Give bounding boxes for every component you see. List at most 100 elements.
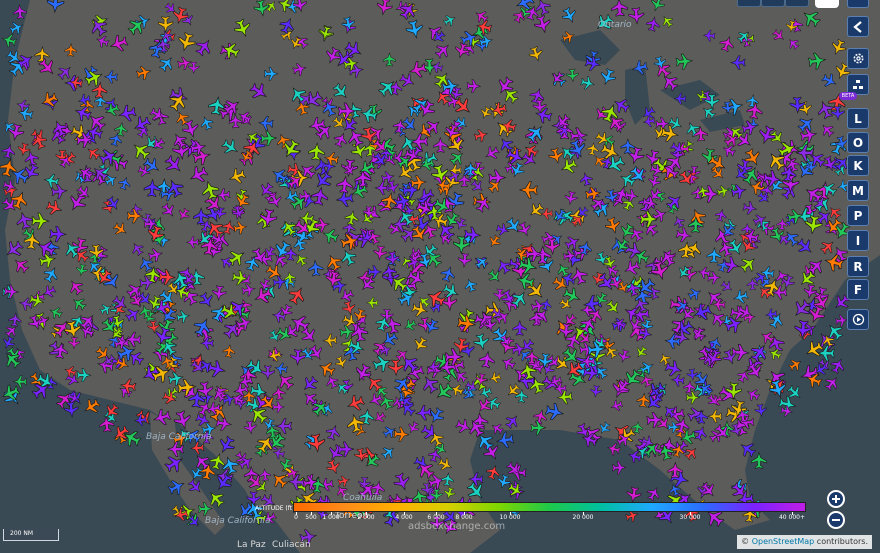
aircraft-marker[interactable] <box>579 171 594 187</box>
aircraft-marker[interactable] <box>405 19 425 40</box>
aircraft-marker[interactable] <box>335 190 354 208</box>
aircraft-marker[interactable] <box>754 403 767 418</box>
aircraft-marker[interactable] <box>198 115 214 132</box>
aircraft-marker[interactable] <box>738 253 760 275</box>
aircraft-marker[interactable] <box>716 184 731 198</box>
aircraft-marker[interactable] <box>527 45 544 63</box>
aircraft-marker[interactable] <box>609 399 624 413</box>
aircraft-marker[interactable] <box>439 265 457 284</box>
aircraft-marker[interactable] <box>782 174 800 194</box>
aircraft-marker[interactable] <box>532 408 549 425</box>
aircraft-marker[interactable] <box>686 285 703 302</box>
aircraft-marker[interactable] <box>166 477 187 498</box>
aircraft-marker[interactable] <box>274 362 289 376</box>
aircraft-marker[interactable] <box>191 315 214 338</box>
aircraft-marker[interactable] <box>729 55 746 70</box>
aircraft-marker[interactable] <box>152 408 172 428</box>
aircraft-marker[interactable] <box>103 70 118 84</box>
aircraft-marker[interactable] <box>731 343 750 361</box>
aircraft-marker[interactable] <box>206 359 227 379</box>
aircraft-marker[interactable] <box>8 19 25 36</box>
aircraft-marker[interactable] <box>199 336 214 350</box>
aircraft-marker[interactable] <box>549 70 566 87</box>
aircraft-marker[interactable] <box>504 459 523 478</box>
aircraft-marker[interactable] <box>544 402 565 422</box>
aircraft-marker[interactable] <box>794 236 816 258</box>
aircraft-marker[interactable] <box>683 379 696 394</box>
aircraft-marker[interactable] <box>719 279 735 295</box>
aircraft-marker[interactable] <box>176 31 197 53</box>
aircraft-marker[interactable] <box>332 131 350 149</box>
aircraft-marker[interactable] <box>685 391 701 405</box>
aircraft-marker[interactable] <box>119 378 137 394</box>
aircraft-marker[interactable] <box>68 336 80 350</box>
aircraft-marker[interactable] <box>31 212 50 230</box>
aircraft-marker[interactable] <box>530 299 546 314</box>
aircraft-marker[interactable] <box>473 8 490 25</box>
osm-link[interactable]: OpenStreetMap <box>752 537 815 546</box>
aircraft-marker[interactable] <box>299 374 320 395</box>
aircraft-marker[interactable] <box>707 409 723 423</box>
aircraft-marker[interactable] <box>241 282 256 297</box>
aircraft-marker[interactable] <box>310 186 329 206</box>
aircraft-marker[interactable] <box>212 285 227 302</box>
aircraft-marker[interactable] <box>322 333 338 348</box>
aircraft-marker[interactable] <box>64 42 78 57</box>
aircraft-marker[interactable] <box>17 142 31 157</box>
aircraft-marker[interactable] <box>66 277 86 297</box>
aircraft-marker[interactable] <box>714 208 728 222</box>
aircraft-marker[interactable] <box>292 61 308 77</box>
aircraft-marker[interactable] <box>762 169 782 188</box>
aircraft-marker[interactable] <box>325 443 346 464</box>
aircraft-marker[interactable] <box>70 295 88 313</box>
aircraft-marker[interactable] <box>286 284 308 306</box>
aircraft-marker[interactable] <box>334 355 349 371</box>
aircraft-marker[interactable] <box>647 174 662 189</box>
toggle-button-r[interactable]: R <box>847 256 869 277</box>
aircraft-marker[interactable] <box>0 335 16 351</box>
aircraft-marker[interactable] <box>13 3 27 20</box>
aircraft-marker[interactable] <box>771 27 787 43</box>
aircraft-marker[interactable] <box>12 375 28 389</box>
aircraft-marker[interactable] <box>339 324 355 340</box>
aircraft-marker[interactable] <box>670 373 685 387</box>
aircraft-marker[interactable] <box>23 231 40 250</box>
aircraft-marker[interactable] <box>337 474 351 488</box>
aircraft-marker[interactable] <box>247 80 270 103</box>
aircraft-marker[interactable] <box>382 52 396 67</box>
aircraft-marker[interactable] <box>414 404 432 421</box>
aircraft-marker[interactable] <box>176 309 191 324</box>
aircraft-marker[interactable] <box>478 350 496 369</box>
aircraft-marker[interactable] <box>147 247 164 263</box>
aircraft-marker[interactable] <box>690 326 707 343</box>
aircraft-marker[interactable] <box>222 344 236 358</box>
aircraft-marker[interactable] <box>84 144 102 162</box>
aircraft-marker[interactable] <box>308 142 325 161</box>
aircraft-marker[interactable] <box>735 28 752 45</box>
aircraft-marker[interactable] <box>828 356 847 375</box>
aircraft-marker[interactable] <box>393 426 410 442</box>
aircraft-marker[interactable] <box>537 255 556 275</box>
aircraft-marker[interactable] <box>443 486 457 500</box>
aircraft-marker[interactable] <box>737 439 758 460</box>
aircraft-marker[interactable] <box>81 396 102 417</box>
aircraft-marker[interactable] <box>483 144 502 162</box>
aircraft-marker[interactable] <box>3 284 20 299</box>
toggle-button-p[interactable]: P <box>847 205 869 226</box>
aircraft-marker[interactable] <box>473 253 491 270</box>
aircraft-marker[interactable] <box>367 265 383 279</box>
aircraft-marker[interactable] <box>518 181 538 199</box>
toggle-button-o[interactable]: O <box>847 132 869 153</box>
aircraft-marker[interactable] <box>686 368 698 381</box>
aircraft-marker[interactable] <box>16 98 31 112</box>
aircraft-marker[interactable] <box>176 207 192 223</box>
toolbar-button[interactable] <box>785 0 809 7</box>
aircraft-marker[interactable] <box>188 466 205 483</box>
aircraft-marker[interactable] <box>392 472 413 493</box>
aircraft-marker[interactable] <box>95 34 111 49</box>
aircraft-marker[interactable] <box>718 34 736 53</box>
aircraft-marker[interactable] <box>233 220 248 235</box>
aircraft-marker[interactable] <box>375 0 393 16</box>
aircraft-marker[interactable] <box>717 383 740 405</box>
aircraft-marker[interactable] <box>503 412 522 431</box>
